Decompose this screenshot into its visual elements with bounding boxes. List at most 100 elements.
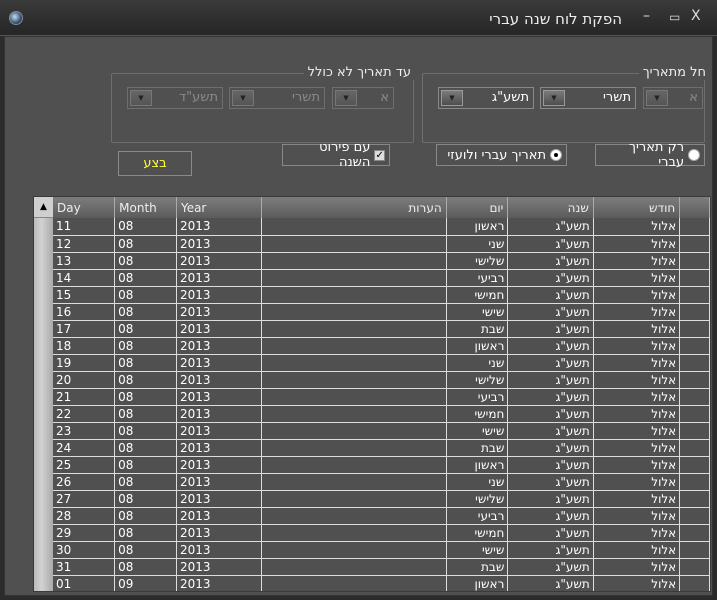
cell-year[interactable]: 2013 bbox=[176, 337, 263, 355]
cell-year[interactable]: 2013 bbox=[176, 490, 263, 508]
cell-hebrew-month[interactable]: אלול bbox=[593, 286, 681, 304]
cell-month[interactable]: 08 bbox=[114, 371, 177, 389]
table-row[interactable]: 20 08 2013 שלישי תשע"ג אלול bbox=[53, 371, 710, 389]
cell-notes[interactable] bbox=[261, 558, 447, 576]
year-detail-checkbox[interactable]: ✓ עם פירוט השנה bbox=[282, 140, 390, 170]
cell-year[interactable]: 2013 bbox=[176, 235, 263, 253]
table-row[interactable]: 12 08 2013 שני תשע"ג אלול bbox=[53, 235, 710, 253]
cell-hebrew-year[interactable]: תשע"ג bbox=[507, 575, 594, 591]
cell-weekday[interactable]: שישי bbox=[446, 422, 509, 440]
cell-weekday[interactable]: ראשון bbox=[446, 337, 509, 355]
cell-year[interactable]: 2013 bbox=[176, 388, 263, 406]
table-row[interactable]: 19 08 2013 שני תשע"ג אלול bbox=[53, 354, 710, 372]
cell-hebrew-year[interactable]: תשע"ג bbox=[507, 456, 594, 474]
cell-day[interactable]: 31 bbox=[53, 558, 116, 576]
cell-hebrew-month[interactable]: אלול bbox=[593, 541, 681, 559]
cell-day[interactable]: 01 bbox=[53, 575, 116, 591]
cell-year[interactable]: 2013 bbox=[176, 473, 263, 491]
cell-hebrew-month[interactable]: אלול bbox=[593, 456, 681, 474]
header-hebrew-year[interactable]: שנה bbox=[507, 197, 594, 218]
table-row[interactable]: 17 08 2013 שבת תשע"ג אלול bbox=[53, 320, 710, 338]
cell-hebrew-year[interactable]: תשע"ג bbox=[507, 507, 594, 525]
cell-day[interactable]: 11 bbox=[53, 218, 116, 236]
minimize-button[interactable]: – bbox=[643, 8, 650, 24]
cell-notes[interactable] bbox=[261, 405, 447, 423]
cell-notes[interactable] bbox=[261, 337, 447, 355]
cell-month[interactable]: 08 bbox=[114, 388, 177, 406]
cell-year[interactable]: 2013 bbox=[176, 269, 263, 287]
cell-weekday[interactable]: ראשון bbox=[446, 456, 509, 474]
cell-hebrew-year[interactable]: תשע"ג bbox=[507, 490, 594, 508]
cell-hebrew-month[interactable]: אלול bbox=[593, 388, 681, 406]
cell-hebrew-year[interactable]: תשע"ג bbox=[507, 252, 594, 270]
cell-notes[interactable] bbox=[261, 320, 447, 338]
cell-year[interactable]: 2013 bbox=[176, 422, 263, 440]
cell-year[interactable]: 2013 bbox=[176, 558, 263, 576]
cell-hebrew-month[interactable]: אלול bbox=[593, 558, 681, 576]
cell-weekday[interactable]: רביעי bbox=[446, 388, 509, 406]
table-row[interactable]: 26 08 2013 שני תשע"ג אלול bbox=[53, 473, 710, 491]
cell-weekday[interactable]: שבת bbox=[446, 439, 509, 457]
cell-hebrew-year[interactable]: תשע"ג bbox=[507, 235, 594, 253]
table-row[interactable]: 14 08 2013 רביעי תשע"ג אלול bbox=[53, 269, 710, 287]
header-weekday[interactable]: יום bbox=[446, 197, 509, 218]
cell-hebrew-year[interactable]: תשע"ג bbox=[507, 558, 594, 576]
cell-day[interactable]: 18 bbox=[53, 337, 116, 355]
cell-notes[interactable] bbox=[261, 269, 447, 287]
cell-day[interactable]: 23 bbox=[53, 422, 116, 440]
cell-weekday[interactable]: שבת bbox=[446, 320, 509, 338]
cell-hebrew-year[interactable]: תשע"ג bbox=[507, 422, 594, 440]
cell-day[interactable]: 29 bbox=[53, 524, 116, 542]
cell-hebrew-year[interactable]: תשע"ג bbox=[507, 541, 594, 559]
cell-month[interactable]: 08 bbox=[114, 320, 177, 338]
cell-hebrew-year[interactable]: תשע"ג bbox=[507, 405, 594, 423]
table-row[interactable]: 18 08 2013 ראשון תשע"ג אלול bbox=[53, 337, 710, 355]
cell-day[interactable]: 24 bbox=[53, 439, 116, 457]
table-row[interactable]: 31 08 2013 שבת תשע"ג אלול bbox=[53, 558, 710, 576]
cell-weekday[interactable]: שבת bbox=[446, 558, 509, 576]
cell-hebrew-month[interactable]: אלול bbox=[593, 473, 681, 491]
cell-notes[interactable] bbox=[261, 235, 447, 253]
cell-notes[interactable] bbox=[261, 354, 447, 372]
cell-month[interactable]: 08 bbox=[114, 269, 177, 287]
table-row[interactable]: 23 08 2013 שישי תשע"ג אלול bbox=[53, 422, 710, 440]
table-row[interactable]: 22 08 2013 חמישי תשע"ג אלול bbox=[53, 405, 710, 423]
cell-notes[interactable] bbox=[261, 422, 447, 440]
cell-year[interactable]: 2013 bbox=[176, 252, 263, 270]
cell-weekday[interactable]: שישי bbox=[446, 541, 509, 559]
header-day[interactable]: Day bbox=[53, 197, 116, 218]
to-day-select[interactable]: א ▼ bbox=[332, 87, 394, 109]
to-month-select[interactable]: תשרי ▼ bbox=[229, 87, 325, 109]
cell-day[interactable]: 20 bbox=[53, 371, 116, 389]
cell-month[interactable]: 09 bbox=[114, 575, 177, 591]
cell-month[interactable]: 08 bbox=[114, 541, 177, 559]
cell-hebrew-month[interactable]: אלול bbox=[593, 490, 681, 508]
cell-notes[interactable] bbox=[261, 371, 447, 389]
cell-year[interactable]: 2013 bbox=[176, 456, 263, 474]
cell-month[interactable]: 08 bbox=[114, 558, 177, 576]
cell-hebrew-year[interactable]: תשע"ג bbox=[507, 303, 594, 321]
cell-year[interactable]: 2013 bbox=[176, 354, 263, 372]
cell-notes[interactable] bbox=[261, 490, 447, 508]
cell-weekday[interactable]: חמישי bbox=[446, 405, 509, 423]
to-year-select[interactable]: תשע"ד ▼ bbox=[127, 87, 223, 109]
cell-weekday[interactable]: חמישי bbox=[446, 524, 509, 542]
cell-month[interactable]: 08 bbox=[114, 524, 177, 542]
run-button[interactable]: בצע bbox=[118, 151, 192, 176]
cell-year[interactable]: 2013 bbox=[176, 405, 263, 423]
cell-hebrew-year[interactable]: תשע"ג bbox=[507, 473, 594, 491]
cell-weekday[interactable]: שני bbox=[446, 354, 509, 372]
table-row[interactable]: 21 08 2013 רביעי תשע"ג אלול bbox=[53, 388, 710, 406]
cell-day[interactable]: 28 bbox=[53, 507, 116, 525]
table-row[interactable]: 28 08 2013 רביעי תשע"ג אלול bbox=[53, 507, 710, 525]
cell-day[interactable]: 15 bbox=[53, 286, 116, 304]
cell-weekday[interactable]: שלישי bbox=[446, 490, 509, 508]
table-row[interactable]: 24 08 2013 שבת תשע"ג אלול bbox=[53, 439, 710, 457]
cell-hebrew-month[interactable]: אלול bbox=[593, 337, 681, 355]
cell-hebrew-month[interactable]: אלול bbox=[593, 524, 681, 542]
cell-weekday[interactable]: רביעי bbox=[446, 507, 509, 525]
cell-month[interactable]: 08 bbox=[114, 337, 177, 355]
cell-month[interactable]: 08 bbox=[114, 252, 177, 270]
cell-weekday[interactable]: חמישי bbox=[446, 286, 509, 304]
cell-day[interactable]: 19 bbox=[53, 354, 116, 372]
